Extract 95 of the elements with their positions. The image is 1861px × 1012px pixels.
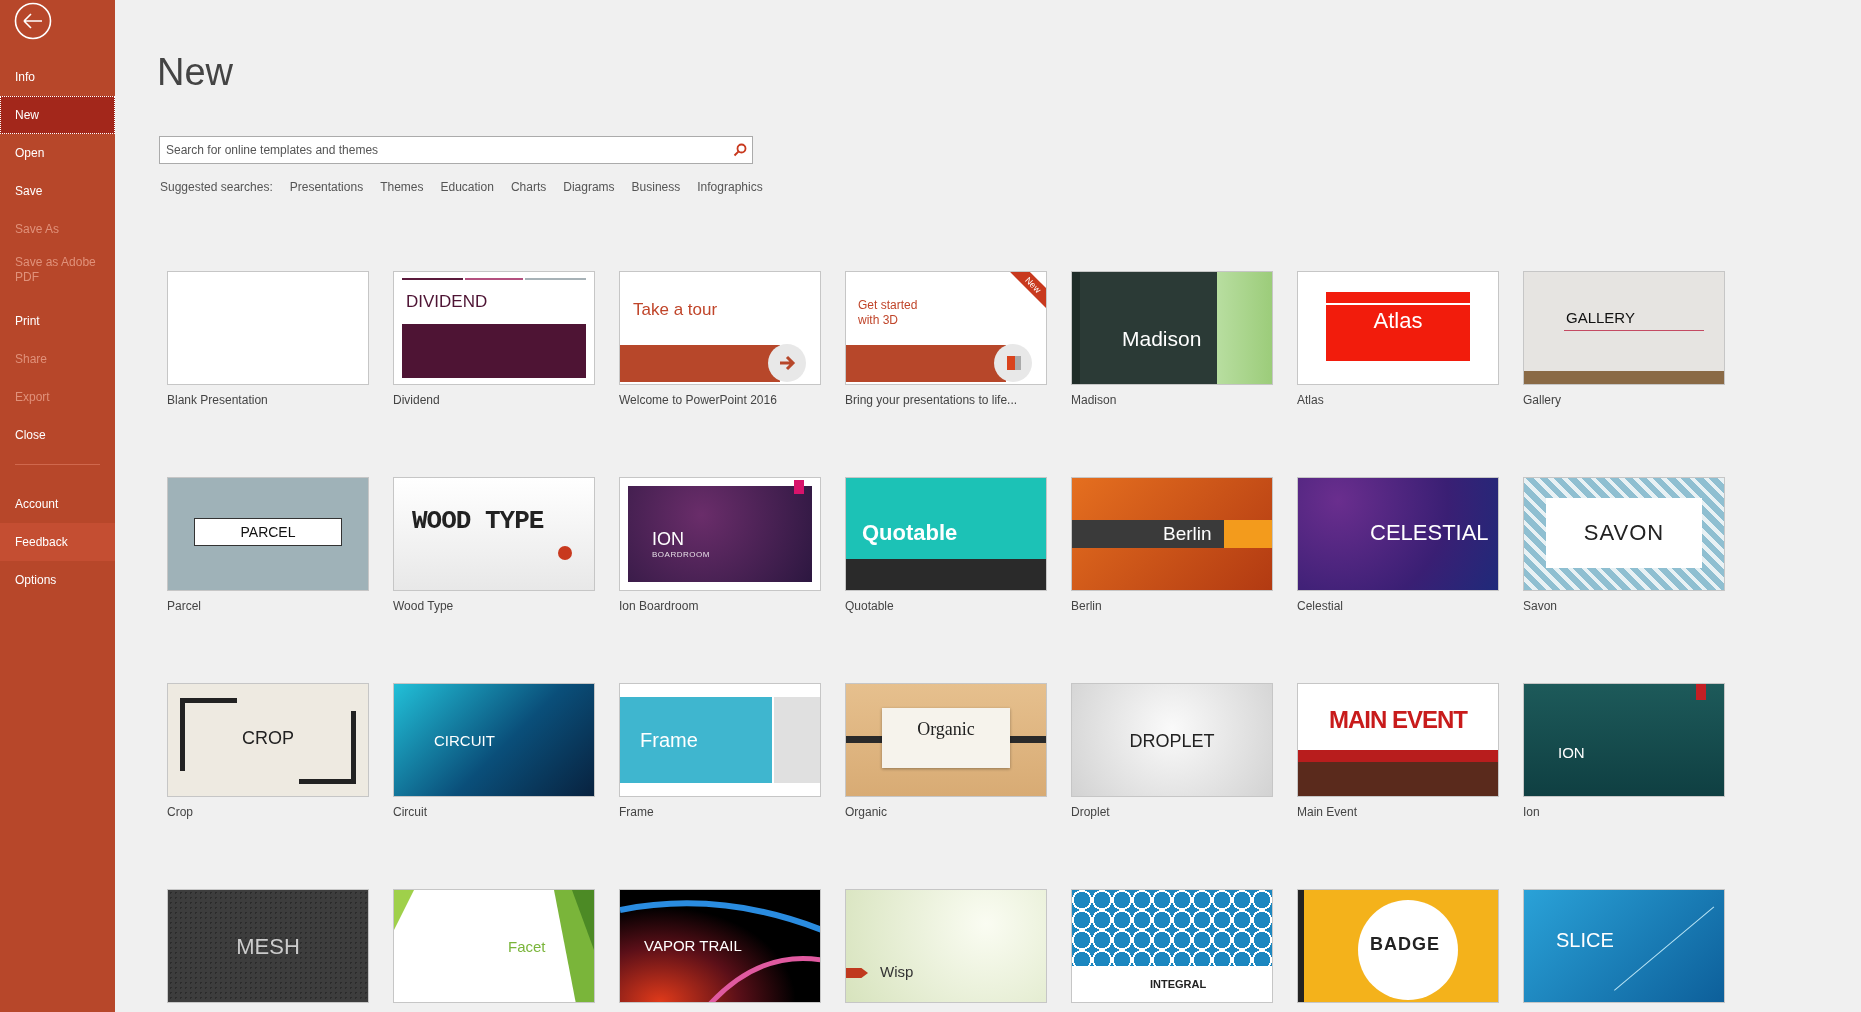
template-thumbnail[interactable]: VAPOR TRAIL: [619, 889, 821, 1003]
template-thumbnail[interactable]: SAVON: [1523, 477, 1725, 591]
template-name[interactable]: Frame: [619, 805, 821, 819]
template-name[interactable]: Ion Boardroom: [619, 599, 821, 613]
slide-title: PARCEL: [239, 524, 297, 541]
template-thumbnail[interactable]: Berlin: [1071, 477, 1273, 591]
template-name[interactable]: Welcome to PowerPoint 2016: [619, 393, 821, 407]
template-thumbnail[interactable]: CELESTIAL: [1297, 477, 1499, 591]
template-name[interactable]: Dividend: [393, 393, 595, 407]
template-thumbnail[interactable]: ION BOARDROOM: [619, 477, 821, 591]
slide-title: Frame: [640, 728, 698, 752]
template-name[interactable]: Circuit: [393, 805, 595, 819]
template-name[interactable]: Droplet: [1071, 805, 1273, 819]
slide-title: DROPLET: [1128, 731, 1216, 753]
slide-title: with 3D: [858, 313, 899, 328]
template-name[interactable]: Quotable: [845, 599, 1047, 613]
template-thumbnail[interactable]: MESH: [167, 889, 369, 1003]
template-thumbnail[interactable]: [167, 271, 369, 385]
slide-title: MAIN EVENT: [1328, 706, 1469, 735]
template-name[interactable]: Berlin: [1071, 599, 1273, 613]
sidebar-item[interactable]: Feedback: [0, 523, 115, 561]
template-thumbnail[interactable]: GALLERY: [1523, 271, 1725, 385]
sidebar-item[interactable]: Open: [0, 134, 115, 172]
template-thumbnail[interactable]: SLICE: [1523, 889, 1725, 1003]
slide-title: SLICE: [1556, 928, 1614, 952]
slide-title: DIVIDEND: [406, 292, 488, 313]
template-name[interactable]: Savon: [1523, 599, 1725, 613]
template-thumbnail[interactable]: CROP: [167, 683, 369, 797]
template-thumbnail[interactable]: DROPLET: [1071, 683, 1273, 797]
template-thumbnail[interactable]: Atlas: [1297, 271, 1499, 385]
template-thumbnail[interactable]: CIRCUIT: [393, 683, 595, 797]
template-thumbnail[interactable]: ION: [1523, 683, 1725, 797]
template-name[interactable]: Ion: [1523, 805, 1725, 819]
template-name[interactable]: Celestial: [1297, 599, 1499, 613]
suggested-label: Suggested searches:: [160, 179, 273, 196]
slide-title: INTEGRAL: [1150, 978, 1207, 992]
suggested-link[interactable]: Charts: [510, 178, 547, 196]
template-name[interactable]: Bring your presentations to life...: [845, 393, 1047, 407]
template-name[interactable]: Blank Presentation: [167, 393, 369, 407]
slide-title: ION: [1558, 744, 1585, 762]
slide-title: WOOD TYPE: [412, 506, 544, 538]
template-name[interactable]: Crop: [167, 805, 369, 819]
slide-title: Berlin: [1163, 523, 1212, 546]
suggested-link[interactable]: Business: [631, 178, 681, 196]
template-name[interactable]: Wood Type: [393, 599, 595, 613]
slide-title: Madison: [1122, 326, 1202, 352]
slide-title: Wisp: [880, 963, 914, 981]
slide-title: BOARDROOM: [652, 549, 710, 561]
template-thumbnail[interactable]: Take a tour: [619, 271, 821, 385]
slide-title: Quotable: [862, 520, 958, 547]
template-name[interactable]: Parcel: [167, 599, 369, 613]
slide-title: BADGE: [1369, 934, 1441, 956]
sidebar-item[interactable]: Info: [0, 58, 115, 96]
slide-title: CIRCUIT: [434, 732, 495, 750]
suggested-link[interactable]: Presentations: [289, 178, 364, 196]
sidebar-item[interactable]: Save: [0, 172, 115, 210]
slide-title: GALLERY: [1566, 309, 1635, 327]
sidebar-item[interactable]: New: [0, 96, 115, 134]
back-icon[interactable]: [14, 2, 52, 40]
template-thumbnail[interactable]: Wisp: [845, 889, 1047, 1003]
suggested-link[interactable]: Infographics: [697, 178, 763, 196]
search-icon[interactable]: [733, 143, 747, 157]
template-thumbnail[interactable]: Madison: [1071, 271, 1273, 385]
slide-title: VAPOR TRAIL: [644, 937, 742, 955]
template-thumbnail[interactable]: Organic: [845, 683, 1047, 797]
suggested-link[interactable]: Themes: [380, 178, 424, 196]
template-thumbnail[interactable]: WOOD TYPE: [393, 477, 595, 591]
slide-title: Atlas: [1372, 308, 1424, 335]
template-name[interactable]: Organic: [845, 805, 1047, 819]
page-title: New: [156, 50, 235, 95]
search-field[interactable]: Search for online templates and themes: [159, 136, 753, 164]
sidebar-item[interactable]: Print: [0, 302, 115, 340]
sidebar-item[interactable]: Close: [0, 416, 115, 454]
template-name[interactable]: Atlas: [1297, 393, 1499, 407]
template-thumbnail[interactable]: INTEGRAL: [1071, 889, 1273, 1003]
template-thumbnail[interactable]: MAIN EVENT: [1297, 683, 1499, 797]
sidebar-item[interactable]: Options: [0, 561, 115, 599]
slide-title: Take a tour: [633, 300, 718, 321]
template-thumbnail[interactable]: DIVIDEND: [393, 271, 595, 385]
slide-title: Facet: [508, 938, 546, 956]
slide-title: CROP: [241, 728, 295, 750]
slide-title: MESH: [235, 934, 301, 961]
template-thumbnail[interactable]: PARCEL: [167, 477, 369, 591]
template-name[interactable]: Gallery: [1523, 393, 1725, 407]
slide-title: SAVON: [1582, 520, 1666, 547]
slide-title: ION: [652, 532, 685, 546]
slide-title: CELESTIAL: [1370, 520, 1489, 547]
slide-title: Get started: [858, 298, 918, 313]
suggested-link[interactable]: Diagrams: [563, 178, 615, 196]
sidebar-item[interactable]: Account: [0, 485, 115, 523]
template-name[interactable]: Madison: [1071, 393, 1273, 407]
template-name[interactable]: Main Event: [1297, 805, 1499, 819]
slide-title: Organic: [916, 719, 976, 741]
template-thumbnail[interactable]: BADGE: [1297, 889, 1499, 1003]
suggested-link[interactable]: Education: [440, 178, 494, 196]
